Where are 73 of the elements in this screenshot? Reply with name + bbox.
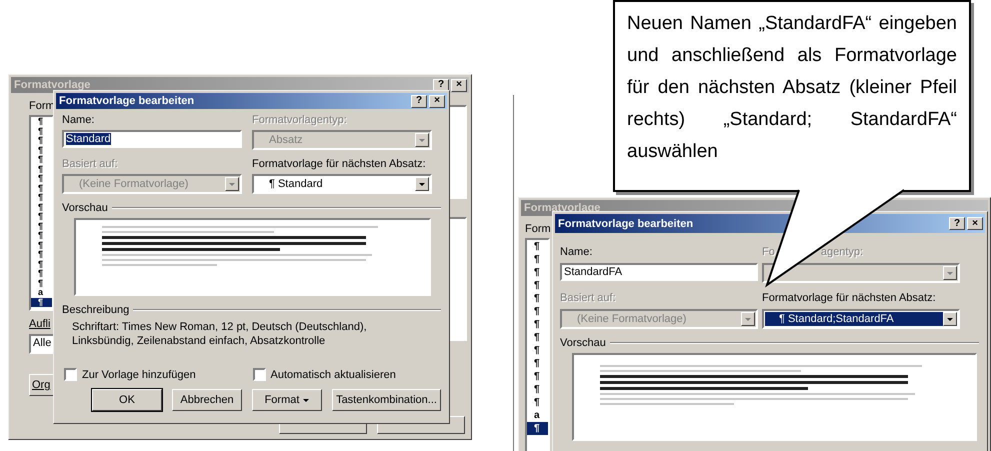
list-item[interactable]: ¶: [527, 422, 548, 435]
list-item[interactable]: ¶: [527, 279, 548, 292]
list-item[interactable]: ¶: [31, 184, 52, 193]
name-label: Name:: [560, 245, 594, 259]
window-title: Formatvorlage bearbeiten: [558, 218, 694, 230]
list-item[interactable]: ¶: [527, 331, 548, 344]
list-item[interactable]: ¶: [31, 250, 52, 260]
checkbox[interactable]: [64, 368, 77, 381]
window-title: Formatvorlage: [524, 202, 602, 214]
list-item[interactable]: ¶: [31, 164, 52, 174]
list-label: Aufli: [29, 317, 52, 331]
type-label: Formatvorlagentyp:: [252, 113, 348, 127]
caret-icon: [303, 397, 310, 403]
list-item[interactable]: ¶: [31, 155, 52, 164]
list-item[interactable]: ¶: [31, 298, 52, 307]
list-item[interactable]: ¶: [31, 278, 52, 288]
label-fragment: Fo: [762, 245, 775, 259]
list-item[interactable]: ¶: [31, 193, 52, 202]
list-item[interactable]: ¶: [527, 396, 548, 409]
description-text: Schriftart: Times New Roman, 12 pt, Deutsch (Deutschland), Linksbündig, Zeilenabstand einfach, Absatzkontrolle: [72, 320, 368, 348]
group-label: Vorschau: [560, 337, 606, 349]
callout-text: Neuen Namen „StandardFA“ eingeben und anschließend als Formatvorlage für den nächsten Absatz (kleiner Pfeil rechts) „Standard; StandardFA“ auswählen: [627, 12, 957, 164]
group-label: Beschreibung: [62, 304, 130, 316]
list-item[interactable]: ¶: [31, 126, 52, 136]
name-field[interactable]: Standard: [62, 130, 242, 148]
list-item[interactable]: ¶: [31, 146, 52, 155]
dialog-button[interactable]: Tastenkombination...: [332, 389, 441, 411]
close-button[interactable]: ×: [429, 94, 445, 108]
label-fragment: agentyp:: [820, 245, 864, 259]
list-item[interactable]: ¶: [31, 202, 52, 212]
list-item[interactable]: ¶: [527, 344, 548, 357]
list-item[interactable]: ¶: [527, 383, 548, 396]
next-style-dropdown[interactable]: ¶ Standard;StandardFA: [762, 309, 960, 329]
window-title: Formatvorlage: [14, 79, 92, 91]
list-item[interactable]: ¶: [31, 174, 52, 184]
name-field[interactable]: StandardFA: [560, 263, 758, 281]
list-item[interactable]: a: [31, 288, 52, 298]
list-item[interactable]: ¶: [31, 136, 52, 146]
dialog-button[interactable]: Format: [252, 389, 322, 411]
next-style-label: Formatvorlage für nächsten Absatz:: [252, 157, 427, 171]
list-item[interactable]: ¶: [31, 269, 52, 278]
next-style-dropdown[interactable]: ¶ Standard: [252, 174, 432, 194]
list-item[interactable]: ¶: [527, 357, 548, 370]
checkbox[interactable]: [252, 368, 266, 381]
list-item[interactable]: ¶: [527, 318, 548, 331]
list-item[interactable]: ¶: [31, 212, 52, 222]
checkbox-label: Zur Vorlage hinzufügen: [82, 368, 196, 380]
list-item[interactable]: ¶: [527, 240, 548, 253]
list-item[interactable]: ¶: [31, 231, 52, 240]
dialog-button[interactable]: OK: [92, 389, 162, 411]
list-item[interactable]: ¶: [527, 253, 548, 266]
list-item[interactable]: ¶: [527, 305, 548, 318]
list-item[interactable]: ¶: [31, 260, 52, 269]
based-on-label: Basiert auf:: [62, 157, 119, 171]
help-button[interactable]: ?: [411, 94, 427, 108]
list-item[interactable]: ¶: [527, 292, 548, 305]
next-style-label: Formatvorlage für nächsten Absatz:: [762, 291, 937, 305]
based-on-label: Basiert auf:: [560, 291, 617, 305]
window-title: Formatvorlage bearbeiten: [59, 95, 196, 107]
list-item[interactable]: ¶: [31, 117, 52, 126]
name-label: Name:: [62, 113, 96, 127]
group-label: Vorschau: [62, 202, 108, 214]
dropdown-button[interactable]: [943, 312, 957, 326]
help-button[interactable]: ?: [949, 217, 965, 230]
dropdown-button[interactable]: [415, 177, 429, 191]
list-item[interactable]: a: [527, 409, 548, 422]
dialog-button[interactable]: Abbrechen: [172, 389, 242, 411]
close-button[interactable]: ×: [967, 217, 983, 230]
list-item[interactable]: ¶: [31, 222, 52, 231]
list-item[interactable]: ¶: [527, 370, 548, 383]
checkbox-label: Automatisch aktualisieren: [270, 368, 396, 380]
list-item[interactable]: ¶: [527, 266, 548, 279]
list-item[interactable]: ¶: [31, 240, 52, 250]
